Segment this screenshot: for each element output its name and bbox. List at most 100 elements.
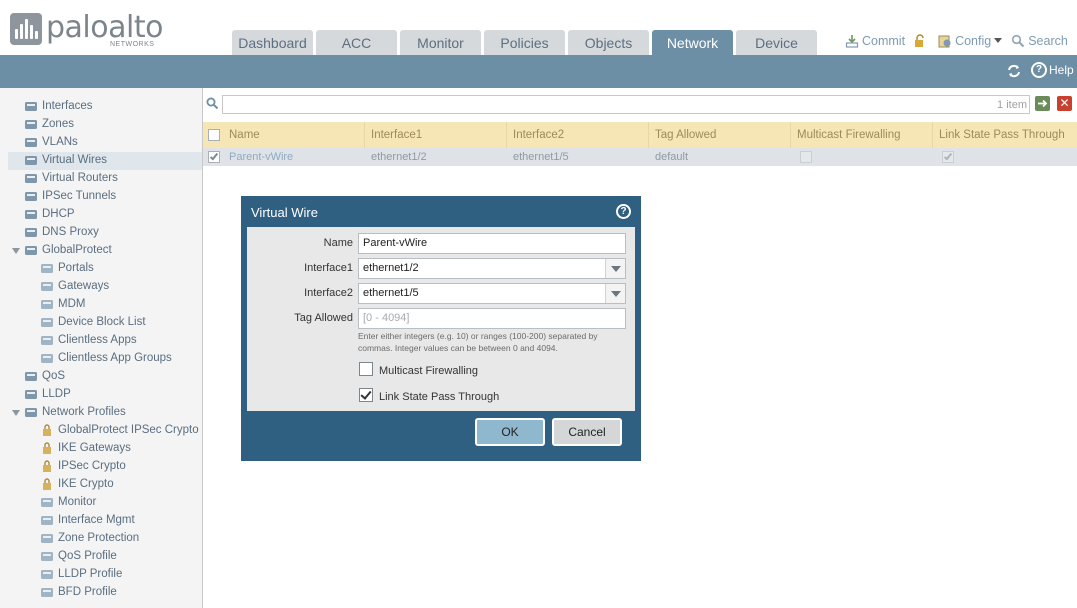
sidebar-item-label: Virtual Routers <box>42 172 118 184</box>
sidebar-item-ike-crypto[interactable]: IKE Crypto <box>40 475 114 493</box>
filter-input[interactable] <box>222 95 1030 114</box>
cancel-button[interactable]: Cancel <box>552 418 622 446</box>
sidebar-item-interface-mgmt[interactable]: Interface Mgmt <box>40 511 135 529</box>
sidebar-item-label: QoS Profile <box>58 550 117 562</box>
tab-dashboard[interactable]: Dashboard <box>232 30 313 55</box>
apply-filter-button[interactable] <box>1035 96 1050 111</box>
sidebar-item-monitor[interactable]: Monitor <box>40 493 96 511</box>
tab-network[interactable]: Network <box>652 30 733 55</box>
row-name-link[interactable]: Parent-vWire <box>223 148 293 166</box>
sidebar-item-globalprotect[interactable]: GlobalProtect <box>24 241 112 259</box>
commit-link[interactable]: Commit <box>845 34 905 48</box>
interface2-dropdown-button[interactable] <box>605 284 625 303</box>
dialog-help-icon[interactable]: ? <box>616 204 631 219</box>
filter-bar: 1 item <box>203 95 1077 115</box>
sidebar-item-qos-profile[interactable]: QoS Profile <box>40 547 117 565</box>
help-link[interactable]: ? Help <box>1031 62 1074 78</box>
col-multicast-firewalling[interactable]: Multicast Firewalling <box>791 122 933 148</box>
tab-acc[interactable]: ACC <box>316 30 397 55</box>
sidebar-item-device-block-list[interactable]: Device Block List <box>40 313 146 331</box>
sidebar-item-label: Zone Protection <box>58 532 140 544</box>
link-state-pass-through-checkbox[interactable] <box>359 388 373 402</box>
paloalto-logo: paloalto NETWORKS <box>10 10 163 52</box>
sidebar-item-zones[interactable]: Zones <box>24 115 74 133</box>
select-all-checkbox[interactable] <box>208 129 220 141</box>
tab-objects[interactable]: Objects <box>568 30 649 55</box>
sidebar-item-dhcp[interactable]: DHCP <box>24 205 75 223</box>
config-menu[interactable]: Config <box>938 34 1003 48</box>
tab-monitor[interactable]: Monitor <box>400 30 481 55</box>
sidebar-item-ipsec-tunnels[interactable]: IPSec Tunnels <box>24 187 116 205</box>
col-link-state-pass-through[interactable]: Link State Pass Through <box>933 122 1077 148</box>
sidebar-item-label: DNS Proxy <box>42 226 99 238</box>
clear-filter-button[interactable]: ✕ <box>1057 96 1072 111</box>
lock-link[interactable] <box>913 34 930 48</box>
sidebar-item-label: Interfaces <box>42 100 93 112</box>
refresh-icon[interactable] <box>1006 63 1022 79</box>
multicast-firewalling-checkbox[interactable] <box>359 362 373 376</box>
sidebar-item-virtual-routers[interactable]: Virtual Routers <box>24 169 118 187</box>
sidebar-item-label: GlobalProtect IPSec Crypto <box>58 424 199 436</box>
sidebar-item-lldp[interactable]: LLDP <box>24 385 71 403</box>
table-row[interactable]: Parent-vWire ethernet1/2 ethernet1/5 def… <box>203 148 1077 166</box>
main-tabs: Dashboard ACC Monitor Policies Objects N… <box>232 30 817 55</box>
sidebar-item-dns-proxy[interactable]: DNS Proxy <box>24 223 99 241</box>
sidebar-item-ike-gateways[interactable]: IKE Gateways <box>40 439 131 457</box>
sidebar-item-mdm[interactable]: MDM <box>40 295 85 313</box>
ok-button[interactable]: OK <box>475 418 545 446</box>
sidebar-item-vlans[interactable]: VLANs <box>24 133 78 151</box>
row-checkbox[interactable] <box>208 151 220 163</box>
col-interface1[interactable]: Interface1 <box>365 122 507 148</box>
sidebar-item-ipsec-crypto[interactable]: IPSec Crypto <box>40 457 126 475</box>
interface2-value: ethernet1/5 <box>363 287 419 299</box>
interface1-select[interactable]: ethernet1/2 <box>358 258 626 279</box>
interface1-dropdown-button[interactable] <box>605 259 625 278</box>
sidebar-item-zone-protection[interactable]: Zone Protection <box>40 529 139 547</box>
tree-expand-arrow-icon[interactable] <box>12 410 20 416</box>
lock-icon <box>915 34 924 47</box>
sidebar-item-gateways[interactable]: Gateways <box>40 277 109 295</box>
search-label: Search <box>1028 34 1068 48</box>
config-icon <box>938 35 951 48</box>
col-tag-allowed[interactable]: Tag Allowed <box>649 122 791 148</box>
dns-proxy-icon <box>24 226 39 239</box>
interfaces-icon <box>24 100 39 113</box>
commit-label: Commit <box>862 34 906 48</box>
name-input[interactable]: Parent-vWire <box>358 233 626 254</box>
sidebar-item-network-profiles[interactable]: Network Profiles <box>24 403 126 421</box>
search-icon <box>1012 34 1025 48</box>
sidebar-item-lldp-profile[interactable]: LLDP Profile <box>40 565 122 583</box>
zones-icon <box>24 118 39 131</box>
clientless-apps-icon <box>40 334 55 347</box>
sidebar-item-globalprotect-ipsec-crypto[interactable]: GlobalProtect IPSec Crypto <box>40 421 199 439</box>
sidebar-item-qos[interactable]: QoS <box>24 367 65 385</box>
dialog-title: Virtual Wire <box>251 205 318 220</box>
col-interface2[interactable]: Interface2 <box>507 122 649 148</box>
sidebar-item-label: GlobalProtect <box>42 244 112 256</box>
tag-allowed-label: Tag Allowed <box>294 312 353 324</box>
tab-device[interactable]: Device <box>736 30 817 55</box>
sidebar-item-label: QoS <box>42 370 66 382</box>
table-header: Name Interface1 Interface2 Tag Allowed M… <box>203 122 1077 148</box>
sidebar-item-portals[interactable]: Portals <box>40 259 94 277</box>
search-link[interactable]: Search <box>1011 34 1068 48</box>
checkmark-icon <box>360 388 372 400</box>
chevron-down-icon <box>611 291 621 297</box>
interface-mgmt-icon <box>40 514 55 527</box>
tag-allowed-input[interactable]: [0 - 4094] <box>358 308 626 329</box>
sidebar-item-interfaces[interactable]: Interfaces <box>24 97 93 115</box>
brand-name: paloalto <box>46 10 163 45</box>
gateways-icon <box>40 280 55 293</box>
interface1-value: ethernet1/2 <box>363 262 419 274</box>
sidebar-item-clientless-app-groups[interactable]: Clientless App Groups <box>40 349 172 367</box>
col-name[interactable]: Name <box>223 122 365 148</box>
tab-policies[interactable]: Policies <box>484 30 565 55</box>
sidebar-item-clientless-apps[interactable]: Clientless Apps <box>40 331 137 349</box>
sidebar-item-bfd-profile[interactable]: BFD Profile <box>40 583 117 601</box>
tree-expand-arrow-icon[interactable] <box>12 248 20 254</box>
sidebar-item-label: Virtual Wires <box>42 154 107 166</box>
sidebar-item-virtual-wires[interactable]: Virtual Wires <box>24 151 107 169</box>
interface2-select[interactable]: ethernet1/5 <box>358 283 626 304</box>
app-header: paloalto NETWORKS Dashboard ACC Monitor … <box>0 0 1077 55</box>
paloalto-logo-mark-icon <box>10 13 42 45</box>
